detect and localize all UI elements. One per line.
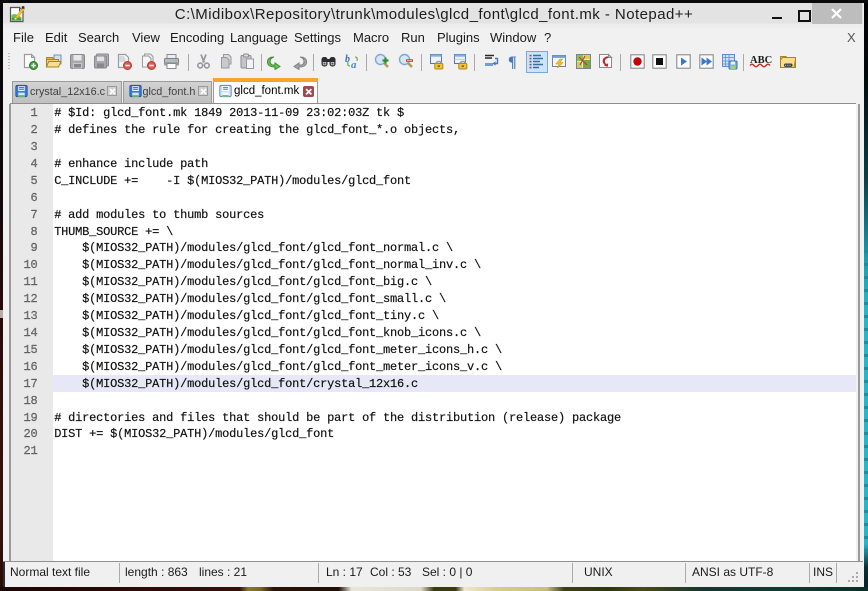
svg-text:a: a [351, 59, 357, 70]
svg-text:¶: ¶ [508, 54, 517, 70]
